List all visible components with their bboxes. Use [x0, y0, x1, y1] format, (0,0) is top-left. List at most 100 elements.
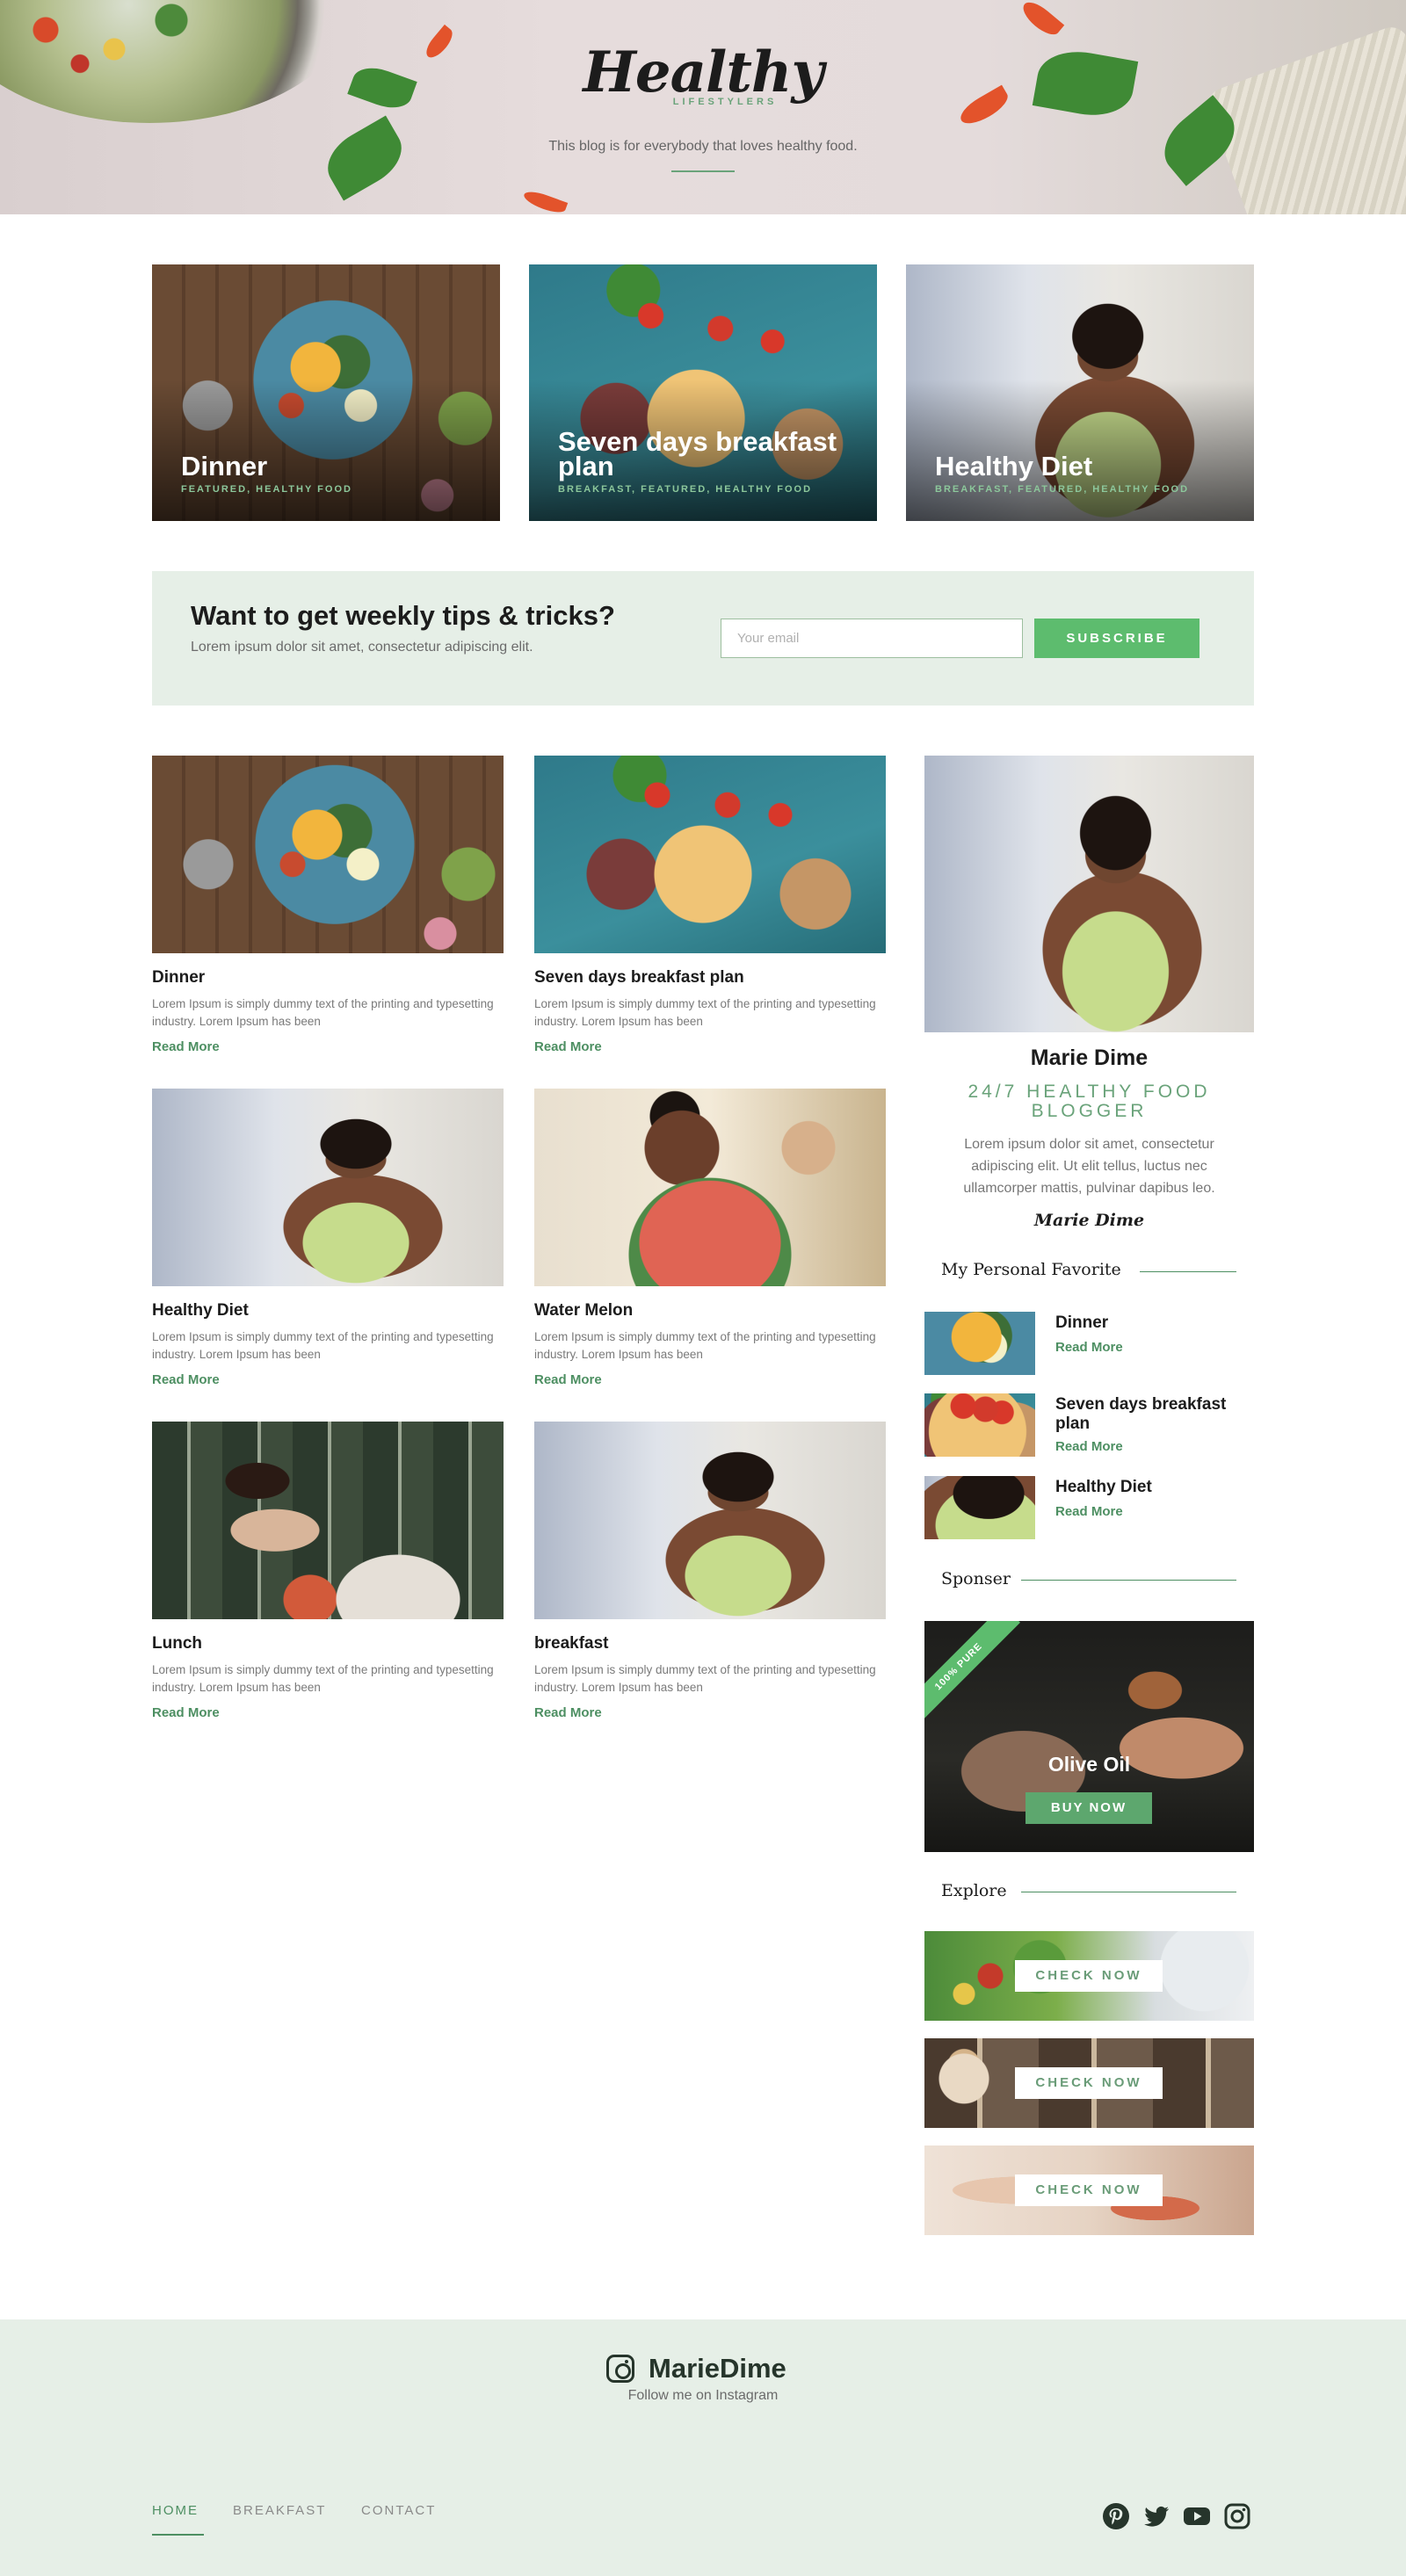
explore-banner[interactable]: CHECK NOW — [924, 1931, 1254, 2021]
sponsor-ribbon: 100% PURE — [924, 1621, 1021, 1729]
post-excerpt: Lorem Ipsum is simply dummy text of the … — [534, 997, 876, 1028]
post-card: Lunch Lorem Ipsum is simply dummy text o… — [152, 1422, 504, 1720]
favorite-title[interactable]: Healthy Diet — [1055, 1478, 1254, 1497]
post-title[interactable]: Seven days breakfast plan — [534, 968, 886, 988]
email-input[interactable]: Your email — [721, 619, 1023, 658]
favorite-thumbnail[interactable] — [924, 1393, 1035, 1457]
post-title[interactable]: breakfast — [534, 1634, 886, 1653]
featured-card-dinner[interactable]: Dinner FEATURED, HEALTHY FOOD — [152, 264, 500, 521]
sponsor-heading: Sponser — [941, 1569, 1011, 1588]
site-logo[interactable]: Healthy LIFESTYLERS — [0, 40, 1406, 108]
card-overlay — [529, 264, 877, 521]
post-card: breakfast Lorem Ipsum is simply dummy te… — [534, 1422, 886, 1720]
twitter-icon[interactable] — [1142, 2502, 1170, 2530]
youtube-icon[interactable] — [1183, 2502, 1211, 2530]
favorite-item[interactable]: Healthy Diet Read More — [924, 1476, 1254, 1539]
buy-now-button[interactable]: BUY NOW — [1026, 1792, 1152, 1824]
hero-banner — [0, 0, 1406, 214]
post-excerpt: Lorem Ipsum is simply dummy text of the … — [534, 1663, 876, 1694]
favorite-thumbnail[interactable] — [924, 1476, 1035, 1539]
read-more-link[interactable]: Read More — [152, 1705, 504, 1720]
author-photo — [924, 756, 1254, 1032]
post-card: Seven days breakfast plan Lorem Ipsum is… — [534, 756, 886, 1054]
post-excerpt: Lorem Ipsum is simply dummy text of the … — [152, 1330, 494, 1361]
post-image[interactable] — [152, 756, 504, 953]
check-now-button[interactable]: CHECK NOW — [1015, 2174, 1163, 2206]
post-card: Dinner Lorem Ipsum is simply dummy text … — [152, 756, 504, 1054]
newsletter-section: Want to get weekly tips & tricks? Lorem … — [152, 571, 1254, 706]
post-title[interactable]: Healthy Diet — [152, 1301, 504, 1321]
featured-title: Dinner — [181, 451, 268, 481]
active-nav-underline — [152, 2534, 204, 2536]
card-overlay — [152, 264, 500, 521]
post-title[interactable]: Water Melon — [534, 1301, 886, 1321]
explore-banner[interactable]: CHECK NOW — [924, 2038, 1254, 2128]
post-image[interactable] — [152, 1089, 504, 1286]
post-image[interactable] — [534, 1422, 886, 1619]
post-title[interactable]: Lunch — [152, 1634, 504, 1653]
read-more-link[interactable]: Read More — [534, 1705, 886, 1720]
favorite-item[interactable]: Seven days breakfast plan Read More — [924, 1393, 1254, 1457]
chili-image — [521, 187, 569, 214]
favorite-item[interactable]: Dinner Read More — [924, 1312, 1254, 1375]
post-excerpt: Lorem Ipsum is simply dummy text of the … — [152, 997, 494, 1028]
logo-wordmark: Healthy — [583, 40, 823, 105]
post-image[interactable] — [152, 1422, 504, 1619]
read-more-link[interactable]: Read More — [1055, 1340, 1123, 1355]
explore-heading: Explore — [941, 1881, 1007, 1900]
featured-tags: BREAKFAST, FEATURED, HEALTHY FOOD — [935, 484, 1190, 495]
site-tagline: This blog is for everybody that loves he… — [548, 139, 858, 154]
post-title[interactable]: Dinner — [152, 968, 504, 988]
footer-nav-breakfast[interactable]: BREAKFAST — [233, 2503, 326, 2518]
post-card: Water Melon Lorem Ipsum is simply dummy … — [534, 1089, 886, 1387]
author-role: 24/7 HEALTHY FOOD BLOGGER — [968, 1082, 1211, 1121]
newsletter-heading: Want to get weekly tips & tricks? — [191, 600, 615, 631]
sponsor-product-name: Olive Oil — [1047, 1753, 1131, 1776]
favorites-heading: My Personal Favorite — [941, 1260, 1121, 1279]
read-more-link[interactable]: Read More — [1055, 1439, 1123, 1454]
read-more-link[interactable]: Read More — [152, 1039, 504, 1054]
featured-card-healthy-diet[interactable]: Healthy Diet BREAKFAST, FEATURED, HEALTH… — [906, 264, 1254, 521]
featured-title: Healthy Diet — [935, 451, 1093, 481]
favorite-thumbnail[interactable] — [924, 1312, 1035, 1375]
post-excerpt: Lorem Ipsum is simply dummy text of the … — [152, 1663, 494, 1694]
featured-title: Seven days breakfast plan — [558, 426, 837, 481]
footer-nav-contact[interactable]: CONTACT — [361, 2503, 436, 2518]
newsletter-text: Lorem ipsum dolor sit amet, consectetur … — [191, 640, 533, 655]
author-bio: Lorem ipsum dolor sit amet, consectetur … — [963, 1137, 1215, 1196]
instagram-icon[interactable] — [1223, 2502, 1251, 2530]
explore-banner[interactable]: CHECK NOW — [924, 2145, 1254, 2235]
read-more-link[interactable]: Read More — [1055, 1504, 1123, 1519]
featured-card-breakfast-plan[interactable]: Seven days breakfast plan BREAKFAST, FEA… — [529, 264, 877, 521]
read-more-link[interactable]: Read More — [152, 1372, 504, 1387]
check-now-button[interactable]: CHECK NOW — [1015, 1960, 1163, 1992]
instagram-icon — [606, 2355, 634, 2383]
author-name: Marie Dime — [1030, 1046, 1149, 1070]
featured-tags: BREAKFAST, FEATURED, HEALTHY FOOD — [558, 484, 813, 495]
check-now-button[interactable]: CHECK NOW — [1015, 2067, 1163, 2099]
subscribe-button[interactable]: SUBSCRIBE — [1034, 619, 1199, 658]
logo-subtitle: LIFESTYLERS — [672, 97, 778, 107]
instagram-link[interactable]: MarieDime — [606, 2353, 835, 2388]
post-card: Healthy Diet Lorem Ipsum is simply dummy… — [152, 1089, 504, 1387]
favorite-title[interactable]: Seven days breakfast plan — [1055, 1395, 1254, 1434]
post-image[interactable] — [534, 1089, 886, 1286]
card-overlay — [906, 264, 1254, 521]
instagram-handle: MarieDime — [649, 2353, 786, 2384]
featured-tags: FEATURED, HEALTHY FOOD — [181, 484, 352, 495]
read-more-link[interactable]: Read More — [534, 1039, 886, 1054]
post-excerpt: Lorem Ipsum is simply dummy text of the … — [534, 1330, 876, 1361]
sponsor-banner[interactable]: 100% PURE Olive Oil BUY NOW — [924, 1621, 1254, 1852]
footer-nav-home[interactable]: HOME — [152, 2503, 199, 2518]
pinterest-icon[interactable] — [1102, 2502, 1130, 2530]
featured-posts: Dinner FEATURED, HEALTHY FOOD Seven days… — [152, 264, 1254, 521]
post-image[interactable] — [534, 756, 886, 953]
favorite-title[interactable]: Dinner — [1055, 1313, 1254, 1333]
follow-text: Follow me on Instagram — [627, 2388, 779, 2403]
tagline-divider — [671, 170, 735, 172]
heading-divider — [1021, 1580, 1236, 1581]
author-signature: Marie Dime — [1033, 1211, 1145, 1230]
read-more-link[interactable]: Read More — [534, 1372, 886, 1387]
herb-leaf-image — [317, 115, 412, 201]
chili-image — [1018, 0, 1065, 40]
